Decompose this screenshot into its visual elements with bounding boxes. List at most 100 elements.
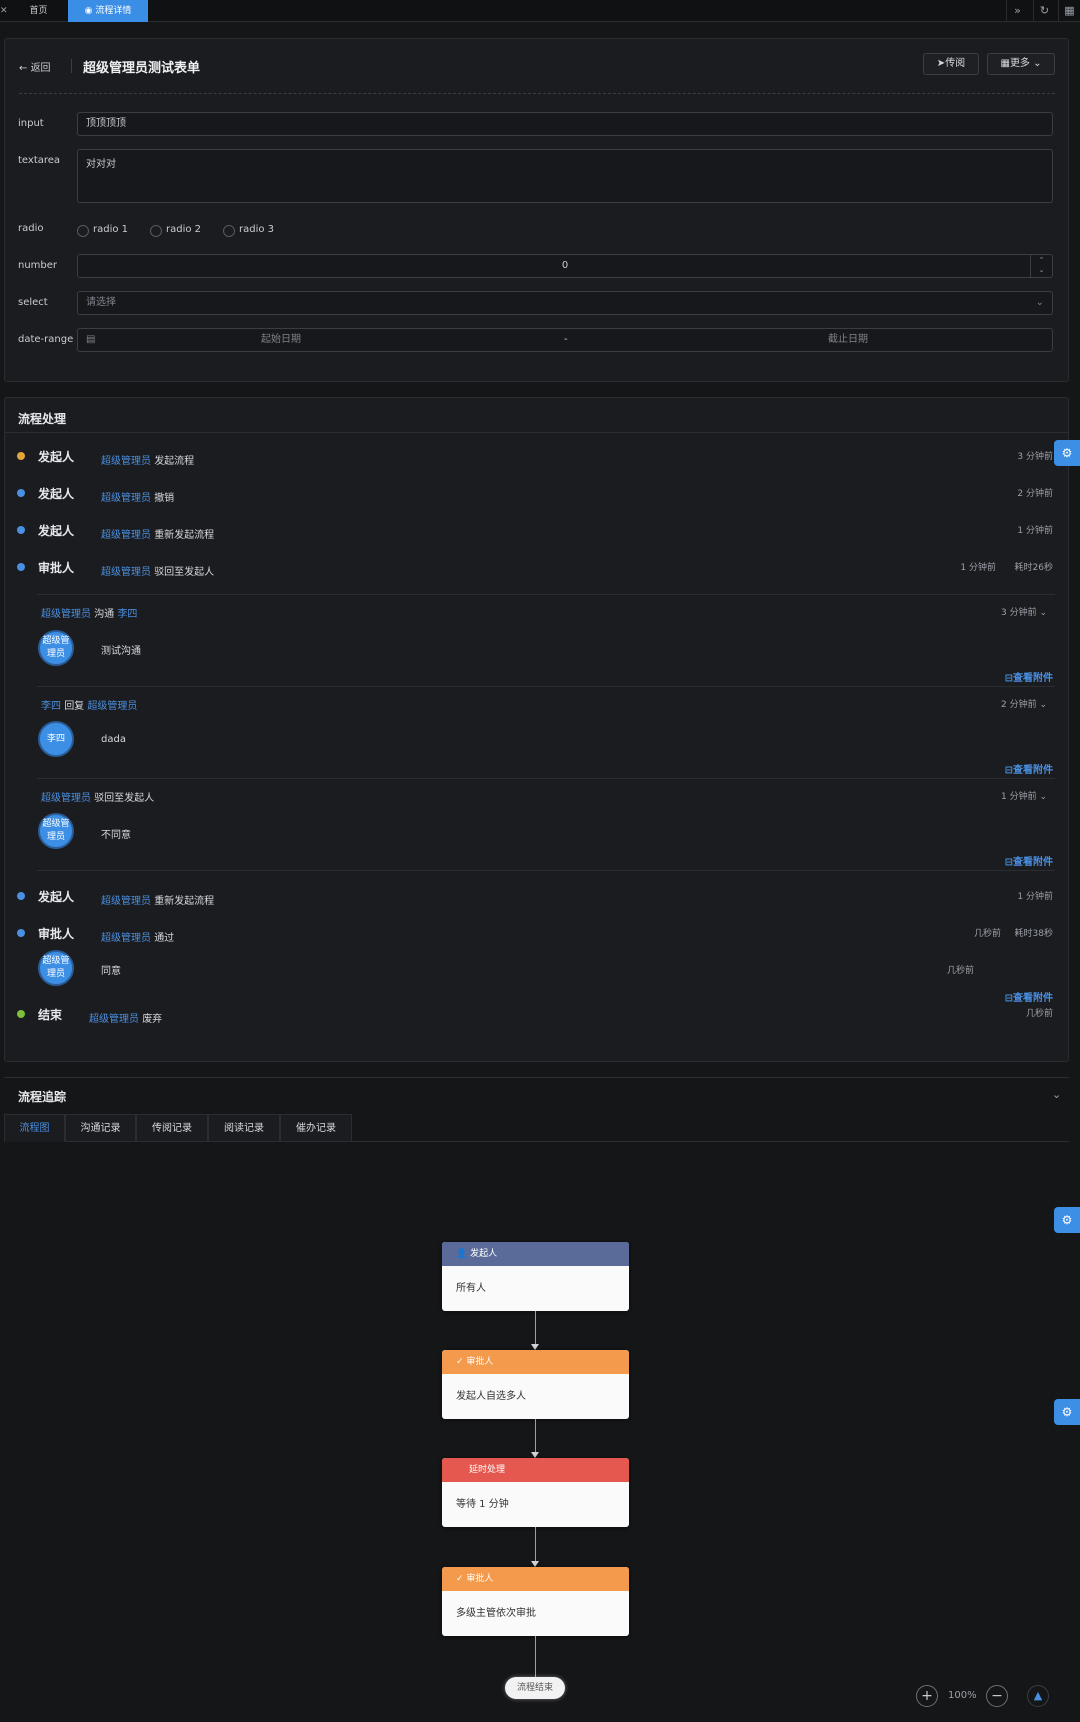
view-attachment-button[interactable]: ⊟查看附件 xyxy=(1005,853,1053,868)
entry-role: 发起人 xyxy=(38,487,75,501)
number-label: number xyxy=(18,260,58,271)
more-button[interactable]: ▦更多 ⌄ xyxy=(987,53,1055,75)
gear-icon: ⚙ xyxy=(1061,446,1073,460)
flow-node-initiator[interactable]: 👤 发起人 所有人 xyxy=(442,1242,629,1311)
zoom-out-button[interactable]: − xyxy=(986,1685,1008,1707)
tab-home[interactable]: 首页 xyxy=(8,0,70,22)
entry-user-link[interactable]: 超级管理员 xyxy=(101,896,151,907)
timeline-entry: 超级管理员 重新发起流程 xyxy=(101,892,214,907)
radio-option-2[interactable]: radio 2 xyxy=(150,224,201,237)
view-attachment-button[interactable]: ⊟查看附件 xyxy=(1005,761,1053,776)
grid-icon: ▦ xyxy=(1000,58,1010,69)
scroll-top-button[interactable]: ▲ xyxy=(1027,1685,1049,1707)
stepper-up-icon[interactable]: ⌃ xyxy=(1031,255,1052,265)
thread-time[interactable]: 3 分钟前 ⌄ xyxy=(1001,605,1047,618)
date-separator: - xyxy=(564,334,568,345)
stepper-down-icon[interactable]: ⌄ xyxy=(1031,265,1052,275)
flow-end-node: 流程结束 xyxy=(505,1677,565,1699)
number-input[interactable]: 0 ⌃ ⌄ xyxy=(77,254,1053,278)
input-label: input xyxy=(18,118,44,129)
entry-user-link[interactable]: 超级管理员 xyxy=(101,456,151,467)
double-chevron-right-icon[interactable]: » xyxy=(1006,0,1028,22)
tab-flowchart[interactable]: 流程图 xyxy=(4,1114,65,1142)
refresh-icon[interactable]: ↻ xyxy=(1033,0,1055,22)
entry-action: 重新发起流程 xyxy=(154,896,215,907)
thread-time[interactable]: 2 分钟前 ⌄ xyxy=(1001,697,1047,710)
entry-user-link[interactable]: 超级管理员 xyxy=(101,493,151,504)
thread-from-link[interactable]: 李四 xyxy=(41,701,61,712)
view-attachment-button[interactable]: ⊟查看附件 xyxy=(1005,669,1053,684)
entry-role: 发起人 xyxy=(38,450,75,464)
flow-node-approver[interactable]: ✓ 审批人 发起人自选多人 xyxy=(442,1350,629,1419)
thread-to-link[interactable]: 李四 xyxy=(117,609,137,620)
tabs-baseline xyxy=(352,1141,1069,1142)
thread-time[interactable]: 1 分钟前 ⌄ xyxy=(1001,789,1047,802)
settings-float-button[interactable]: ⚙ xyxy=(1054,1207,1080,1233)
tab-circulate-record[interactable]: 传阅记录 xyxy=(136,1114,208,1142)
entry-user-link[interactable]: 超级管理员 xyxy=(89,1014,139,1025)
flow-connector xyxy=(535,1527,536,1562)
tab-communication-record[interactable]: 沟通记录 xyxy=(65,1114,136,1142)
date-range-picker[interactable]: ▤ 起始日期 - 截止日期 xyxy=(77,328,1053,352)
thread-from-link[interactable]: 超级管理员 xyxy=(41,609,91,620)
chevron-down-icon: ⌄ xyxy=(1039,608,1047,618)
more-label: 更多 xyxy=(1009,58,1030,69)
radio-option-3[interactable]: radio 3 xyxy=(223,224,274,237)
chevron-down-icon[interactable]: ⌄ xyxy=(1052,1088,1061,1101)
end-date-input[interactable]: 截止日期 xyxy=(828,329,868,351)
flow-connector xyxy=(535,1419,536,1453)
flow-node-body: 发起人自选多人 xyxy=(456,1391,526,1402)
timeline-dot xyxy=(17,929,25,937)
select-field[interactable]: 请选择 ⌄ xyxy=(77,291,1053,315)
thread-from-link[interactable]: 超级管理员 xyxy=(41,793,91,804)
radio-option-1[interactable]: radio 1 xyxy=(77,224,128,237)
entry-user-link[interactable]: 超级管理员 xyxy=(101,530,151,541)
minus-icon: − xyxy=(991,1688,1003,1704)
select-label: select xyxy=(18,297,48,308)
circulate-button[interactable]: ➤传阅 xyxy=(923,53,979,75)
start-date-input[interactable]: 起始日期 xyxy=(261,329,301,351)
flow-node-body: 等待 1 分钟 xyxy=(456,1499,509,1510)
entry-user-link[interactable]: 超级管理员 xyxy=(101,933,151,944)
send-icon: ➤ xyxy=(936,58,946,69)
process-title-divider xyxy=(5,432,1068,433)
flow-node-header: ✓ 审批人 xyxy=(442,1567,629,1591)
entry-duration: 耗时26秒 xyxy=(1014,563,1053,573)
flow-node-type: 审批人 xyxy=(466,1357,494,1367)
thread-to-link[interactable]: 超级管理员 xyxy=(87,701,137,712)
chevron-down-icon: ⌄ xyxy=(1029,58,1042,69)
thread-verb: 驳回至发起人 xyxy=(94,793,155,804)
entry-comment: 同意 xyxy=(101,966,121,977)
chevron-down-icon: ⌄ xyxy=(1039,700,1047,710)
header-divider xyxy=(71,59,72,73)
number-stepper[interactable]: ⌃ ⌄ xyxy=(1030,255,1052,277)
flow-node-delay[interactable]: 延时处理 等待 1 分钟 xyxy=(442,1458,629,1527)
timeline-entry: 超级管理员 发起流程 xyxy=(101,452,194,467)
chevron-down-icon: ⌄ xyxy=(1035,297,1044,308)
close-icon[interactable]: ✕ xyxy=(0,0,8,22)
flow-node-approver[interactable]: ✓ 审批人 多级主管依次审批 xyxy=(442,1567,629,1636)
grid-icon[interactable]: ▦ xyxy=(1058,0,1080,22)
tab-process-detail[interactable]: ◉ 流程详情 xyxy=(68,0,148,22)
folder-icon: ⊟ xyxy=(1004,857,1013,868)
entry-action: 驳回至发起人 xyxy=(154,567,215,578)
view-attachment-label: 查看附件 xyxy=(1013,993,1053,1004)
entry-time: 2 分钟前 xyxy=(1017,489,1053,499)
thread-divider xyxy=(37,594,1055,595)
input-field[interactable]: 顶顶顶顶 xyxy=(77,112,1053,136)
tab-read-record[interactable]: 阅读记录 xyxy=(208,1114,280,1142)
view-attachment-button[interactable]: ⊟查看附件 xyxy=(1005,989,1053,1004)
thread-text: 不同意 xyxy=(101,830,131,841)
zoom-level: 100% xyxy=(948,1690,977,1701)
radio-label: radio xyxy=(18,223,44,234)
entry-user-link[interactable]: 超级管理员 xyxy=(101,567,151,578)
tab-urge-record[interactable]: 催办记录 xyxy=(280,1114,352,1142)
back-button[interactable]: ← 返回 xyxy=(19,59,51,74)
settings-float-button[interactable]: ⚙ xyxy=(1054,440,1080,466)
textarea-field[interactable]: 对对对 xyxy=(77,149,1053,203)
entry-role: 审批人 xyxy=(38,927,75,941)
thread-time-label: 2 分钟前 xyxy=(1000,700,1037,710)
settings-float-button[interactable]: ⚙ xyxy=(1054,1399,1080,1425)
process-title: 流程处理 xyxy=(18,412,67,426)
zoom-in-button[interactable]: + xyxy=(916,1685,938,1707)
